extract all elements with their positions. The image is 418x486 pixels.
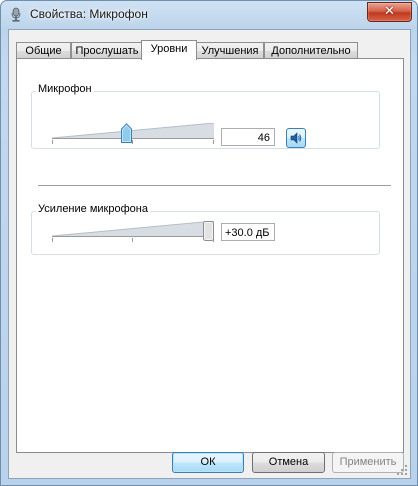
close-icon: ✕ — [384, 4, 395, 19]
resize-grip-icon[interactable] — [396, 464, 408, 476]
ok-button[interactable]: ОК — [172, 452, 244, 473]
microphone-slider-wedge — [52, 123, 214, 139]
boost-slider-wedge — [52, 221, 214, 237]
tab-advanced[interactable]: Дополнительно — [264, 42, 358, 59]
close-button[interactable]: ✕ — [367, 2, 412, 22]
slider-tick — [132, 238, 133, 242]
microphone-level-value[interactable]: 46 — [221, 128, 275, 146]
tab-general[interactable]: Общие — [16, 42, 71, 59]
slider-tick — [132, 140, 133, 144]
dialog-body: Общие Прослушать Уровни Улучшения Дополн… — [8, 29, 411, 479]
microphone-boost-label: Усиление микрофона — [36, 203, 150, 215]
levels-panel: Микрофон 46 Усиление микрофона +30.0 дБ — [16, 58, 404, 453]
microphone-icon — [11, 7, 21, 22]
section-divider — [38, 185, 391, 187]
microphone-level-slider[interactable] — [52, 123, 214, 144]
microphone-level-label: Микрофон — [36, 83, 94, 95]
microphone-slider-thumb[interactable] — [121, 123, 132, 143]
slider-tick — [213, 140, 214, 144]
tab-listen[interactable]: Прослушать — [71, 42, 143, 59]
microphone-boost-slider[interactable] — [52, 221, 214, 242]
cancel-button[interactable]: Отмена — [252, 452, 325, 473]
apply-button[interactable]: Применить — [332, 452, 404, 473]
speaker-icon — [290, 132, 302, 144]
title-bar[interactable]: Свойства: Микрофон ✕ — [1, 1, 417, 29]
tab-levels[interactable]: Уровни — [141, 40, 197, 60]
microphone-boost-thumb[interactable] — [203, 221, 214, 241]
tab-enhancements[interactable]: Улучшения — [196, 42, 264, 59]
slider-tick — [52, 140, 53, 144]
mute-toggle-button[interactable] — [286, 128, 306, 148]
microphone-boost-value[interactable]: +30.0 дБ — [221, 223, 275, 241]
slider-tick — [52, 238, 53, 242]
window-title: Свойства: Микрофон — [30, 7, 148, 21]
properties-window: Свойства: Микрофон ✕ Общие Прослушать Ур… — [0, 0, 418, 486]
